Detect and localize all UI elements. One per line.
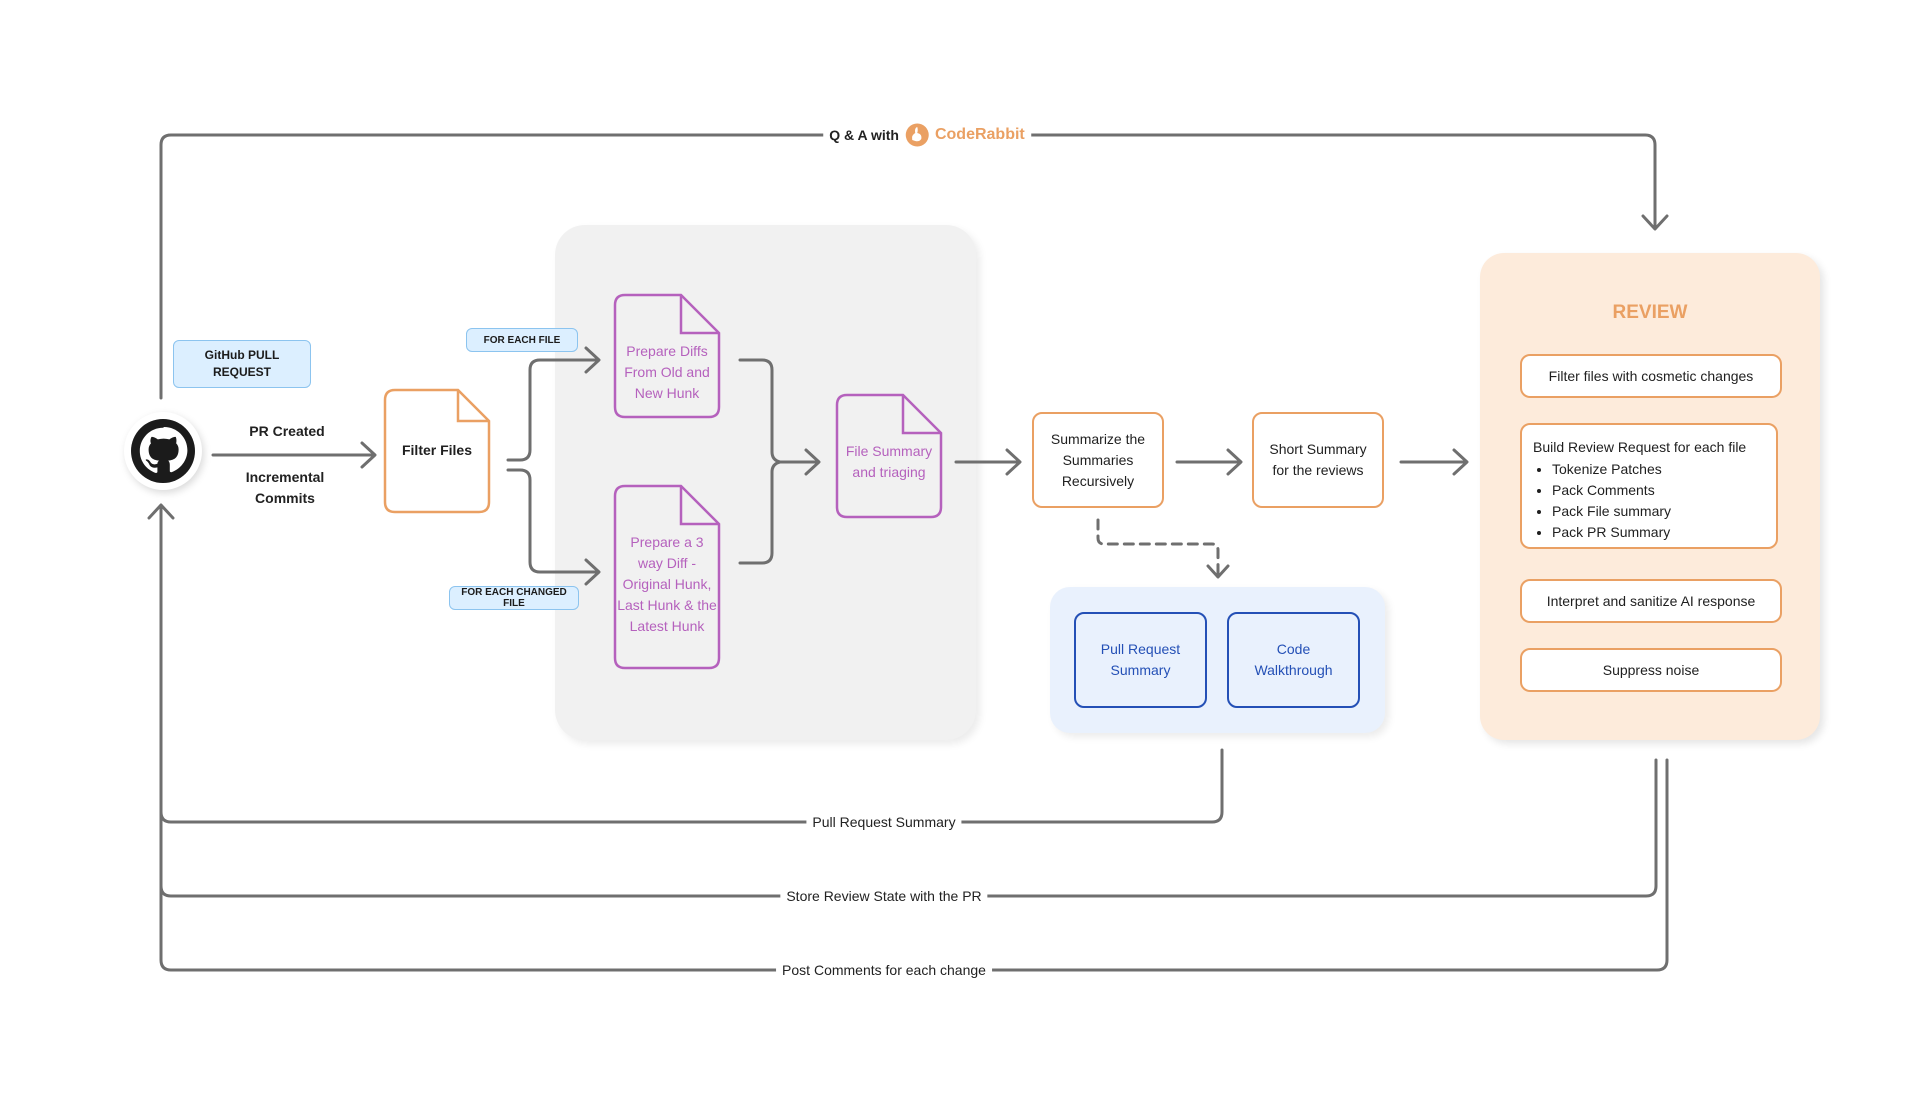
short-summary-node[interactable]: Short Summary for the reviews xyxy=(1252,412,1384,508)
merge-lower xyxy=(738,460,782,565)
feedback-pr-summary-label: Pull Request Summary xyxy=(806,814,962,830)
prepare-three-way-diff-node[interactable]: Prepare a 3 way Diff - Original Hunk, La… xyxy=(613,484,721,670)
build-item: Pack Comments xyxy=(1552,480,1776,501)
review-title: REVIEW xyxy=(1612,302,1688,323)
fork-upper-arrow xyxy=(506,358,600,462)
pull-request-summary-output[interactable]: Pull Request Summary xyxy=(1074,612,1207,708)
prepare-diffs-node[interactable]: Prepare Diffs From Old and New Hunk xyxy=(613,293,721,419)
trigger-pr-created: PR Created xyxy=(249,423,325,439)
filter-files-label: Filter Files xyxy=(401,442,473,458)
merge-upper xyxy=(738,358,782,464)
file-summary-label: File Summary and triaging xyxy=(845,443,933,480)
dashed-output-connector xyxy=(1096,518,1220,576)
prepare-three-way-label: Prepare a 3 way Diff - Original Hunk, La… xyxy=(617,534,717,634)
build-item: Tokenize Patches xyxy=(1552,459,1776,480)
review-step-filter-cosmetic[interactable]: Filter files with cosmetic changes xyxy=(1520,354,1782,398)
feedback-post-comments-line xyxy=(159,758,1669,972)
build-request-title: Build Review Request for each file xyxy=(1533,439,1747,455)
build-request-list: Tokenize Patches Pack Comments Pack File… xyxy=(1522,459,1776,543)
review-step-interpret[interactable]: Interpret and sanitize AI response xyxy=(1520,579,1782,623)
fork-lower-arrow xyxy=(506,468,600,574)
build-item: Pack PR Summary xyxy=(1552,522,1776,543)
coderabbit-brand: CodeRabbit xyxy=(934,126,1025,143)
github-pr-tag: GitHub PULL REQUEST xyxy=(173,340,311,388)
qa-loop-line xyxy=(159,133,1657,400)
review-step-build-request[interactable]: Build Review Request for each file Token… xyxy=(1520,423,1778,549)
qa-prefix: Q & A with xyxy=(829,127,899,143)
feedback-post-comments-label: Post Comments for each change xyxy=(776,962,992,978)
for-each-file-tag: FOR EACH FILE xyxy=(466,328,578,352)
file-summary-node[interactable]: File Summary and triaging xyxy=(835,393,943,519)
build-item: Pack File summary xyxy=(1552,501,1776,522)
prepare-diffs-label: Prepare Diffs From Old and New Hunk xyxy=(624,343,710,401)
qa-loop-label: Q & A with CodeRabbit xyxy=(823,123,1031,147)
filter-files-node[interactable]: Filter Files xyxy=(383,388,491,514)
feedback-store-state-label: Store Review State with the PR xyxy=(780,888,988,904)
summarize-recursively-node[interactable]: Summarize the Summaries Recursively xyxy=(1032,412,1164,508)
trigger-incremental-commits: Incremental Commits xyxy=(245,469,325,506)
github-node[interactable] xyxy=(124,412,202,490)
github-icon xyxy=(131,419,195,483)
rabbit-logo-icon xyxy=(905,123,929,147)
review-step-suppress-noise[interactable]: Suppress noise xyxy=(1520,648,1782,692)
for-each-changed-file-tag: FOR EACH CHANGED FILE xyxy=(449,586,579,610)
code-walkthrough-output[interactable]: Code Walkthrough xyxy=(1227,612,1360,708)
